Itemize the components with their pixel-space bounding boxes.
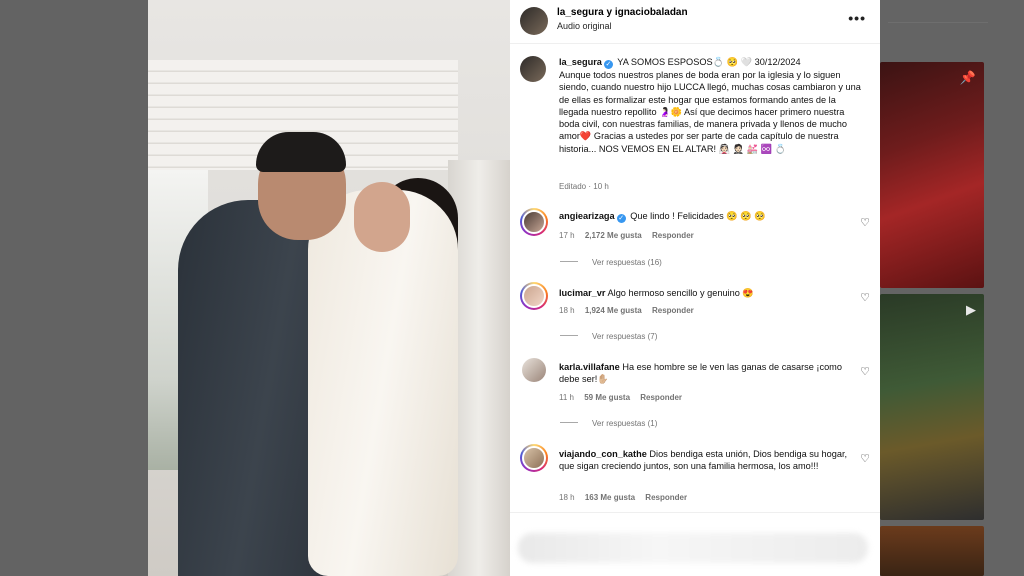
- caption-avatar[interactable]: [520, 56, 546, 82]
- reply-button[interactable]: Responder: [645, 493, 687, 502]
- grid-thumbnail[interactable]: [880, 526, 984, 576]
- comment-meta: 17 h 2,172 Me gusta Responder: [559, 231, 702, 240]
- bride-face: [354, 182, 410, 252]
- caption-body: Aunque todos nuestros planes de boda era…: [559, 70, 861, 154]
- comment-text: karla.villafane Ha ese hombre se le ven …: [559, 361, 859, 386]
- post-side-panel: la_segura y ignaciobaladan Audio origina…: [510, 0, 880, 576]
- view-replies[interactable]: Ver respuestas (16): [560, 258, 662, 267]
- comment-meta: 18 h 163 Me gusta Responder: [559, 493, 695, 502]
- comment-time: 18 h: [559, 493, 575, 502]
- more-options-icon[interactable]: •••: [848, 10, 866, 26]
- background-divider: [888, 22, 988, 23]
- post-header: la_segura y ignaciobaladan Audio origina…: [510, 0, 880, 44]
- comment-text: angiearizaga ✓ Que lindo ! Felicidades 🥺 …: [559, 210, 859, 223]
- blurred-footer: [510, 512, 880, 576]
- comment-likes[interactable]: 59 Me gusta: [584, 393, 630, 402]
- replies-dash: [560, 261, 578, 262]
- comment-username[interactable]: angiearizaga: [559, 211, 615, 221]
- comment-body: Que lindo ! Felicidades 🥺 🥺 🥺: [630, 211, 766, 221]
- view-replies-label[interactable]: Ver respuestas (7): [592, 332, 657, 341]
- comment-time: 18 h: [559, 306, 575, 315]
- reply-button[interactable]: Responder: [652, 231, 694, 240]
- comment-username[interactable]: viajando_con_kathe: [559, 449, 647, 459]
- view-replies[interactable]: Ver respuestas (1): [560, 419, 657, 428]
- pin-icon: 📌: [959, 70, 976, 85]
- commenter-avatar[interactable]: [522, 358, 546, 382]
- comment-meta: 18 h 1,924 Me gusta Responder: [559, 306, 702, 315]
- like-heart-icon[interactable]: ♡: [860, 216, 870, 229]
- blurred-action-bar: [518, 533, 868, 563]
- view-replies[interactable]: Ver respuestas (7): [560, 332, 657, 341]
- post-photo[interactable]: [148, 0, 510, 576]
- like-heart-icon[interactable]: ♡: [860, 291, 870, 304]
- comment-text: viajando_con_kathe Dios bendiga esta uni…: [559, 448, 859, 473]
- replies-dash: [560, 422, 578, 423]
- replies-dash: [560, 335, 578, 336]
- grid-thumbnail[interactable]: ▶: [880, 294, 984, 520]
- comment-time: 17 h: [559, 231, 575, 240]
- post-author[interactable]: la_segura y ignaciobaladan: [557, 7, 688, 18]
- caption-title: YA SOMOS ESPOSOS💍 🥺 🤍 30/12/2024: [617, 57, 801, 67]
- verified-badge-icon: ✓: [603, 60, 613, 69]
- like-heart-icon[interactable]: ♡: [860, 452, 870, 465]
- commenter-avatar[interactable]: [520, 208, 548, 236]
- comment-likes[interactable]: 163 Me gusta: [585, 493, 635, 502]
- view-replies-label[interactable]: Ver respuestas (16): [592, 258, 662, 267]
- comment-likes[interactable]: 1,924 Me gusta: [585, 306, 642, 315]
- post-caption: la_segura ✓ YA SOMOS ESPOSOS💍 🥺 🤍 30/12/2…: [559, 56, 864, 155]
- author-avatar[interactable]: [520, 7, 548, 35]
- caption-edited-time: Editado · 10 h: [559, 182, 609, 191]
- comment-body: Algo hermoso sencillo y genuino 😍: [607, 288, 754, 298]
- caption-username[interactable]: la_segura: [559, 57, 602, 67]
- comment-username[interactable]: karla.villafane: [559, 362, 620, 372]
- verified-badge-icon: ✓: [616, 214, 626, 223]
- audio-label[interactable]: Audio original: [557, 21, 612, 31]
- reply-button[interactable]: Responder: [652, 306, 694, 315]
- comment-meta: 11 h 59 Me gusta Responder: [559, 393, 690, 402]
- groom-hair: [256, 132, 346, 172]
- commenter-avatar[interactable]: [520, 282, 548, 310]
- comment-text: lucimar_vr Algo hermoso sencillo y genui…: [559, 287, 859, 299]
- view-replies-label[interactable]: Ver respuestas (1): [592, 419, 657, 428]
- background-left: [0, 0, 148, 576]
- reel-icon: ▶: [966, 302, 976, 317]
- comment-username[interactable]: lucimar_vr: [559, 288, 605, 298]
- commenter-avatar[interactable]: [520, 444, 548, 472]
- comment-time: 11 h: [559, 393, 574, 402]
- reply-button[interactable]: Responder: [640, 393, 682, 402]
- comment-likes[interactable]: 2,172 Me gusta: [585, 231, 642, 240]
- like-heart-icon[interactable]: ♡: [860, 365, 870, 378]
- grid-thumbnail[interactable]: 📌: [880, 62, 984, 288]
